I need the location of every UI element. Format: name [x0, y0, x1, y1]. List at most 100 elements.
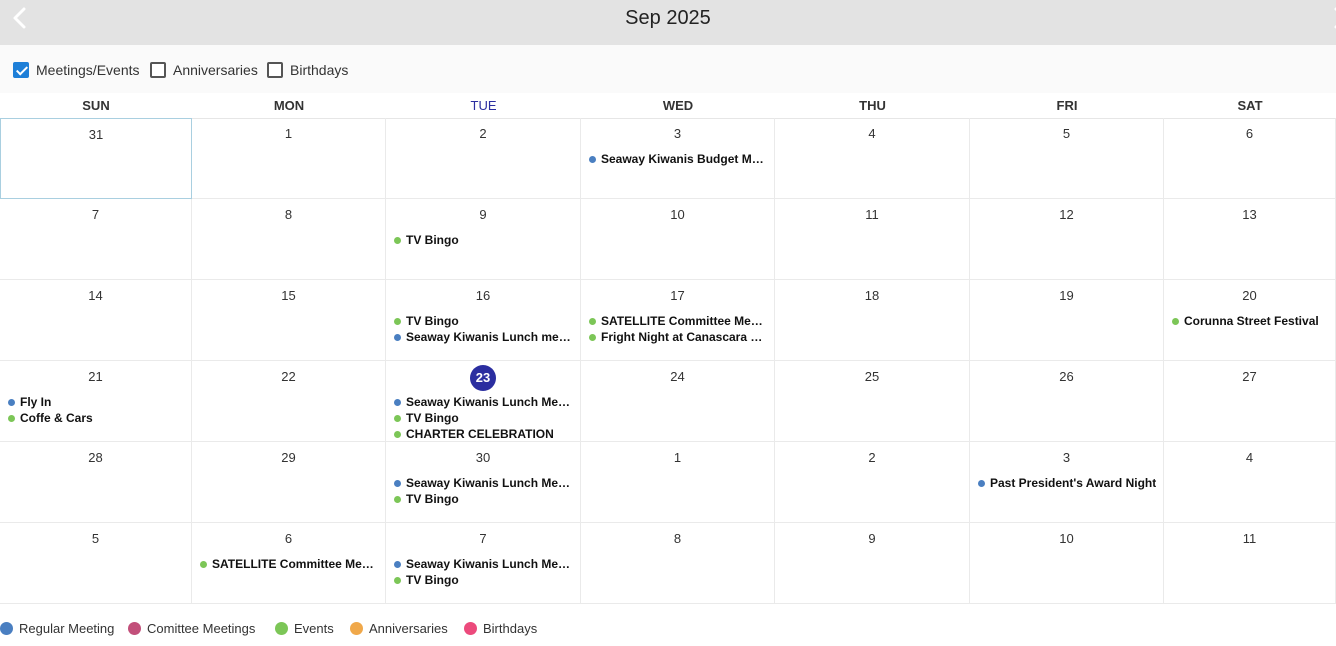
calendar-event[interactable]: TV Bingo: [394, 313, 574, 329]
day-cell[interactable]: 2: [386, 118, 581, 199]
day-cell[interactable]: 3 Past President's Award Night: [970, 442, 1164, 523]
event-title: Coffe & Cars: [20, 411, 93, 425]
weekday-header-row: SUN MON TUE WED THU FRI SAT: [0, 93, 1336, 119]
event-title: Past President's Award Night: [990, 476, 1157, 490]
calendar-event[interactable]: Seaway Kiwanis Lunch Meeting: [394, 475, 574, 491]
weekday-sun: SUN: [82, 98, 110, 113]
day-cell[interactable]: 10: [970, 523, 1164, 604]
day-cell[interactable]: 28: [0, 442, 192, 523]
event-dot-icon: [8, 398, 15, 406]
day-cell[interactable]: 5: [0, 523, 192, 604]
day-cell[interactable]: 6 SATELLITE Committee Meeting: [192, 523, 386, 604]
day-cell[interactable]: 11: [1164, 523, 1336, 604]
day-cell[interactable]: 16 TV Bingo Seaway Kiwanis Lunch meeting: [386, 280, 581, 361]
calendar-event[interactable]: TV Bingo: [394, 410, 574, 426]
day-cell[interactable]: 2: [775, 442, 970, 523]
day-cell[interactable]: 23 Seaway Kiwanis Lunch Meeting TV Bingo CH…: [386, 361, 581, 442]
calendar-event[interactable]: Seaway Kiwanis Lunch Meeting: [394, 394, 574, 410]
day-number: 17: [670, 288, 685, 303]
calendar-event[interactable]: SATELLITE Committee Meeting: [589, 313, 768, 329]
day-cell[interactable]: 25: [775, 361, 970, 442]
day-cell[interactable]: 7 Seaway Kiwanis Lunch Meeting TV Bingo: [386, 523, 581, 604]
legend-label: Anniversaries: [369, 620, 448, 636]
meetings-events-checkbox[interactable]: [13, 62, 29, 78]
day-cell[interactable]: 21 Fly In Coffe & Cars: [0, 361, 192, 442]
event-title: Seaway Kiwanis Lunch Meeting: [406, 476, 574, 490]
day-cell[interactable]: 4: [775, 118, 970, 199]
day-cell[interactable]: 29: [192, 442, 386, 523]
day-number: 25: [864, 369, 880, 384]
day-number: 8: [284, 207, 293, 222]
event-dot-icon: [8, 414, 15, 422]
day-cell[interactable]: 8: [581, 523, 775, 604]
day-number: 28: [88, 450, 103, 465]
day-cell[interactable]: 22: [192, 361, 386, 442]
day-cell[interactable]: 1: [581, 442, 775, 523]
calendar-header: Sep 2025: [0, 0, 1336, 45]
event-title: Corunna Street Festival: [1184, 314, 1319, 328]
legend-item-committee: Comittee Meetings: [128, 620, 255, 636]
event-title: Fly In: [20, 395, 52, 409]
calendar-event[interactable]: Seaway Kiwanis Lunch Meeting: [394, 556, 574, 572]
calendar-event[interactable]: SATELLITE Committee Meeting: [200, 556, 379, 572]
day-number: 7: [91, 207, 100, 222]
day-cell[interactable]: 17 SATELLITE Committee Meeting Fright Nigh…: [581, 280, 775, 361]
day-cell[interactable]: 3 Seaway Kiwanis Budget Meeting: [581, 118, 775, 199]
calendar-event[interactable]: TV Bingo: [394, 491, 574, 507]
day-cell[interactable]: 12: [970, 199, 1164, 280]
day-cell[interactable]: 30 Seaway Kiwanis Lunch Meeting TV Bingo: [386, 442, 581, 523]
legend-dot-icon: [128, 621, 141, 635]
day-cell[interactable]: 9 TV Bingo: [386, 199, 581, 280]
birthdays-checkbox[interactable]: [267, 62, 283, 78]
calendar-event[interactable]: Seaway Kiwanis Budget Meeting: [589, 151, 768, 167]
day-cell[interactable]: 15: [192, 280, 386, 361]
day-cell[interactable]: 18: [775, 280, 970, 361]
day-cell[interactable]: 20 Corunna Street Festival: [1164, 280, 1336, 361]
day-number: 31: [88, 127, 104, 142]
calendar-event[interactable]: Past President's Award Night: [978, 475, 1157, 491]
day-cell[interactable]: 9: [775, 523, 970, 604]
calendar-event[interactable]: Seaway Kiwanis Lunch meeting: [394, 329, 574, 345]
day-cell[interactable]: 27: [1164, 361, 1336, 442]
filter-anniversaries[interactable]: Anniversaries: [150, 60, 258, 80]
calendar-event[interactable]: TV Bingo: [394, 572, 574, 588]
calendar-event[interactable]: TV Bingo: [394, 232, 574, 248]
event-dot-icon: [978, 479, 985, 487]
day-number: 5: [91, 531, 100, 546]
day-cell[interactable]: 5: [970, 118, 1164, 199]
day-cell[interactable]: 7: [0, 199, 192, 280]
event-list: TV Bingo: [394, 232, 574, 248]
legend: Regular Meeting Comittee Meetings Events An…: [0, 614, 1336, 640]
day-cell[interactable]: 14: [0, 280, 192, 361]
filter-meetings-events[interactable]: Meetings/Events: [13, 60, 140, 80]
next-month-button[interactable]: [1326, 4, 1336, 32]
day-cell[interactable]: 24: [581, 361, 775, 442]
event-list: SATELLITE Committee Meeting Fright Night …: [589, 313, 768, 345]
day-cell[interactable]: 4: [1164, 442, 1336, 523]
event-dot-icon: [394, 560, 401, 568]
calendar-event[interactable]: Corunna Street Festival: [1172, 313, 1329, 329]
day-number: 5: [1062, 126, 1071, 141]
filter-birthdays[interactable]: Birthdays: [267, 60, 348, 80]
filter-label: Anniversaries: [173, 62, 258, 78]
event-title: CHARTER CELEBRATION: [406, 427, 554, 441]
day-cell[interactable]: 6: [1164, 118, 1336, 199]
day-cell[interactable]: 11: [775, 199, 970, 280]
event-dot-icon: [1172, 317, 1179, 325]
day-cell[interactable]: 8: [192, 199, 386, 280]
calendar-event[interactable]: CHARTER CELEBRATION: [394, 426, 574, 441]
day-cell[interactable]: 19: [970, 280, 1164, 361]
weekday-thu: THU: [859, 98, 886, 113]
day-cell[interactable]: 1: [192, 118, 386, 199]
calendar-event[interactable]: Coffe & Cars: [8, 410, 185, 426]
event-dot-icon: [394, 479, 401, 487]
event-list: Corunna Street Festival: [1172, 313, 1329, 329]
anniversaries-checkbox[interactable]: [150, 62, 166, 78]
day-cell[interactable]: 26: [970, 361, 1164, 442]
day-cell[interactable]: 31: [0, 118, 192, 199]
calendar-event[interactable]: Fright Night at Canascara Meeting: [589, 329, 768, 345]
day-number: 19: [1059, 288, 1074, 303]
day-cell[interactable]: 13: [1164, 199, 1336, 280]
calendar-event[interactable]: Fly In: [8, 394, 185, 410]
day-cell[interactable]: 10: [581, 199, 775, 280]
